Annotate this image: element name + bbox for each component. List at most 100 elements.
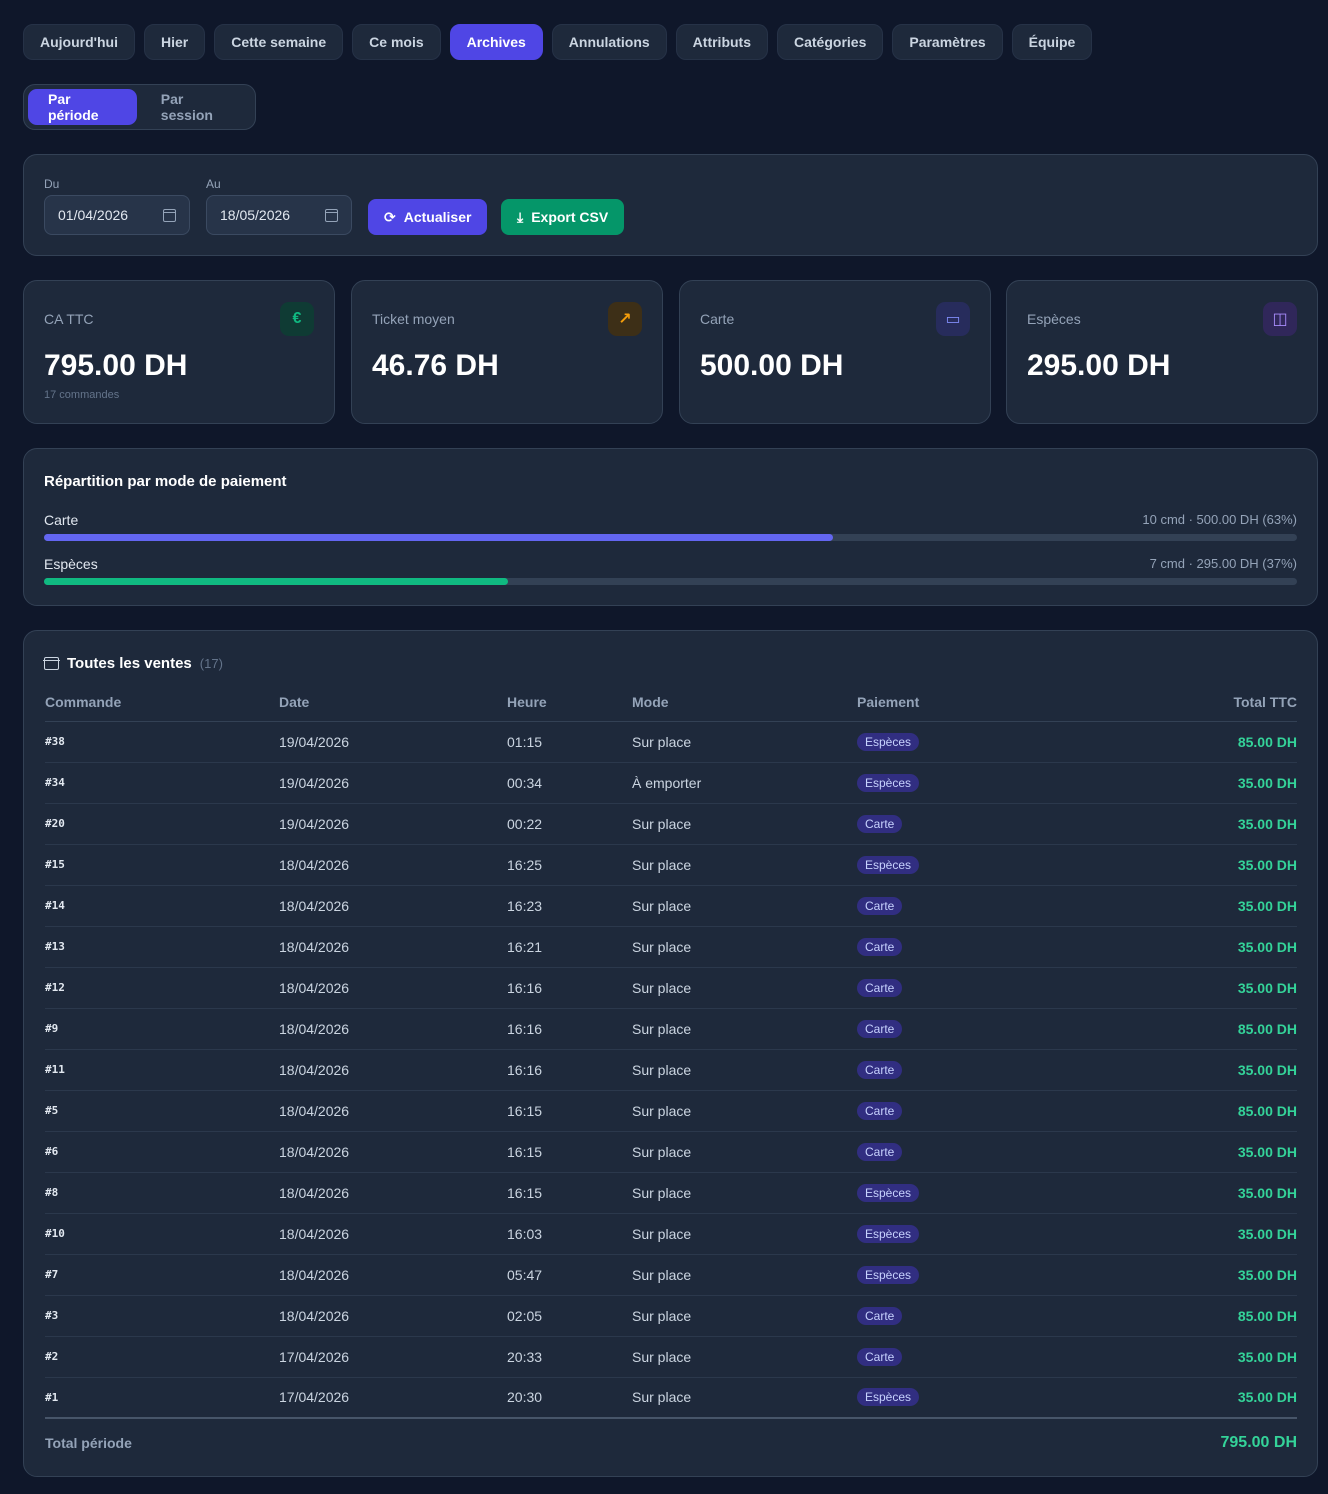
mode-cell: Sur place	[632, 1008, 857, 1050]
total-cell: 35.00 DH	[1097, 844, 1297, 886]
table-row[interactable]: #13 18/04/2026 16:21 Sur place Carte 35.00 DH	[45, 926, 1297, 968]
order-cell: #15	[45, 844, 279, 886]
tab-aujourd-hui[interactable]: Aujourd'hui	[23, 24, 135, 60]
tab-archives[interactable]: Archives	[449, 24, 543, 60]
table-row[interactable]: #9 18/04/2026 16:16 Sur place Carte 85.00 DH	[45, 1008, 1297, 1050]
table-row[interactable]: #2 17/04/2026 20:33 Sur place Carte 35.00 DH	[45, 1336, 1297, 1378]
export-csv-button[interactable]: ⤓ Export CSV	[501, 199, 625, 235]
order-cell: #8	[45, 1172, 279, 1214]
stat-label: Carte	[700, 311, 735, 327]
tab-hier[interactable]: Hier	[143, 24, 206, 60]
payment-badge: Espèces	[857, 1224, 920, 1243]
table-row[interactable]: #14 18/04/2026 16:23 Sur place Carte 35.00 DH	[45, 885, 1297, 927]
date-cell: 18/04/2026	[279, 1295, 507, 1337]
table-row[interactable]: #20 19/04/2026 00:22 Sur place Carte 35.00 DH	[45, 803, 1297, 845]
view-toggle: Par période Par session	[23, 84, 256, 130]
calendar-icon[interactable]	[163, 208, 176, 222]
mode-cell: Sur place	[632, 803, 857, 845]
tab-cette-semaine[interactable]: Cette semaine	[214, 24, 344, 60]
tab--quipe[interactable]: Équipe	[1011, 24, 1093, 60]
sales-count: (17)	[199, 656, 223, 671]
time-cell: 16:16	[507, 1049, 632, 1091]
stat-label: Espèces	[1027, 311, 1081, 327]
table-row[interactable]: #1 17/04/2026 20:30 Sur place Espèces 35.00 D…	[45, 1377, 1297, 1419]
tab-attributs[interactable]: Attributs	[675, 24, 768, 60]
table-row[interactable]: #6 18/04/2026 16:15 Sur place Carte 35.00 DH	[45, 1131, 1297, 1173]
tab-param-tres[interactable]: Paramètres	[892, 24, 1003, 60]
order-cell: #20	[45, 803, 279, 845]
shopping-bag-icon: ◫	[1263, 302, 1297, 336]
payment-info: 10 cmd · 500.00 DH (63%)	[1142, 512, 1297, 527]
total-cell: 35.00 DH	[1097, 1172, 1297, 1214]
table-row[interactable]: #3 18/04/2026 02:05 Sur place Carte 85.00 DH	[45, 1295, 1297, 1337]
order-cell: #2	[45, 1336, 279, 1378]
column-header[interactable]: Heure	[507, 683, 632, 722]
stat-subtext: 17 commandes	[44, 389, 120, 401]
date-cell: 19/04/2026	[279, 803, 507, 845]
table-footer-row: Total période 795.00 DH	[45, 1417, 1297, 1466]
table-row[interactable]: #11 18/04/2026 16:16 Sur place Carte 35.00 DH	[45, 1049, 1297, 1091]
column-header[interactable]: Paiement	[857, 683, 1097, 722]
date-cell: 18/04/2026	[279, 926, 507, 968]
date-cell: 18/04/2026	[279, 1008, 507, 1050]
order-cell: #3	[45, 1295, 279, 1337]
column-header[interactable]: Date	[279, 683, 507, 722]
payment-cell: Carte	[857, 1008, 1097, 1050]
date-cell: 18/04/2026	[279, 1254, 507, 1296]
table-row[interactable]: #34 19/04/2026 00:34 À emporter Espèces 35.00…	[45, 762, 1297, 804]
progress-track	[44, 578, 1297, 585]
payment-badge: Espèces	[857, 1388, 920, 1407]
payment-badge: Espèces	[857, 773, 920, 792]
from-date-input[interactable]: 01/04/2026	[44, 195, 190, 235]
payment-cell: Espèces	[857, 721, 1097, 763]
payment-name: Carte	[44, 512, 79, 528]
date-cell: 18/04/2026	[279, 844, 507, 886]
mode-cell: Sur place	[632, 1254, 857, 1296]
credit-card-icon: ▭	[936, 302, 970, 336]
table-row[interactable]: #5 18/04/2026 16:15 Sur place Carte 85.00 DH	[45, 1090, 1297, 1132]
tab-annulations[interactable]: Annulations	[551, 24, 667, 60]
total-cell: 35.00 DH	[1097, 1131, 1297, 1173]
euro-icon: €	[280, 302, 314, 336]
total-cell: 35.00 DH	[1097, 803, 1297, 845]
date-cell: 18/04/2026	[279, 1090, 507, 1132]
payment-cell: Espèces	[857, 1213, 1097, 1255]
refresh-label: Actualiser	[403, 209, 472, 225]
column-header[interactable]: Total TTC	[1097, 683, 1297, 722]
to-date-value: 18/05/2026	[220, 207, 291, 223]
stat-value: 500.00 DH	[700, 349, 844, 382]
sales-panel: Toutes les ventes (17) Commande Date Heu…	[23, 630, 1318, 1477]
to-label: Au	[206, 177, 221, 191]
table-row[interactable]: #38 19/04/2026 01:15 Sur place Espèces 85.00 …	[45, 721, 1297, 763]
refresh-button[interactable]: ⟳ Actualiser	[368, 199, 488, 235]
table-row[interactable]: #12 18/04/2026 16:16 Sur place Carte 35.00 DH	[45, 967, 1297, 1009]
tab-cat-gories[interactable]: Catégories	[777, 24, 884, 60]
payment-cell: Espèces	[857, 1377, 1097, 1419]
payment-badge: Espèces	[857, 732, 920, 751]
total-cell: 35.00 DH	[1097, 885, 1297, 927]
time-cell: 00:22	[507, 803, 632, 845]
tab-ce-mois[interactable]: Ce mois	[352, 24, 441, 60]
by-session-button[interactable]: Par session	[141, 89, 251, 125]
total-cell: 35.00 DH	[1097, 1254, 1297, 1296]
download-icon: ⤓	[517, 208, 524, 225]
table-row[interactable]: #7 18/04/2026 05:47 Sur place Espèces 35.00 D…	[45, 1254, 1297, 1296]
time-cell: 16:21	[507, 926, 632, 968]
total-cell: 85.00 DH	[1097, 721, 1297, 763]
stat-label: CA TTC	[44, 311, 94, 327]
table-row[interactable]: #15 18/04/2026 16:25 Sur place Espèces 35.00 …	[45, 844, 1297, 886]
calendar-icon[interactable]	[325, 208, 338, 222]
time-cell: 20:33	[507, 1336, 632, 1378]
by-period-button[interactable]: Par période	[28, 89, 137, 125]
table-row[interactable]: #8 18/04/2026 16:15 Sur place Espèces 35.00 D…	[45, 1172, 1297, 1214]
date-cell: 19/04/2026	[279, 721, 507, 763]
date-filter-panel: Du 01/04/2026 Au 18/05/2026 ⟳ Actualiser…	[23, 154, 1318, 256]
table-row[interactable]: #10 18/04/2026 16:03 Sur place Espèces 35.00 …	[45, 1213, 1297, 1255]
column-header[interactable]: Commande	[45, 683, 279, 722]
column-header[interactable]: Mode	[632, 683, 857, 722]
to-date-input[interactable]: 18/05/2026	[206, 195, 352, 235]
from-label: Du	[44, 177, 60, 191]
date-cell: 17/04/2026	[279, 1377, 507, 1419]
payment-name: Espèces	[44, 556, 98, 572]
progress-fill	[44, 578, 508, 585]
